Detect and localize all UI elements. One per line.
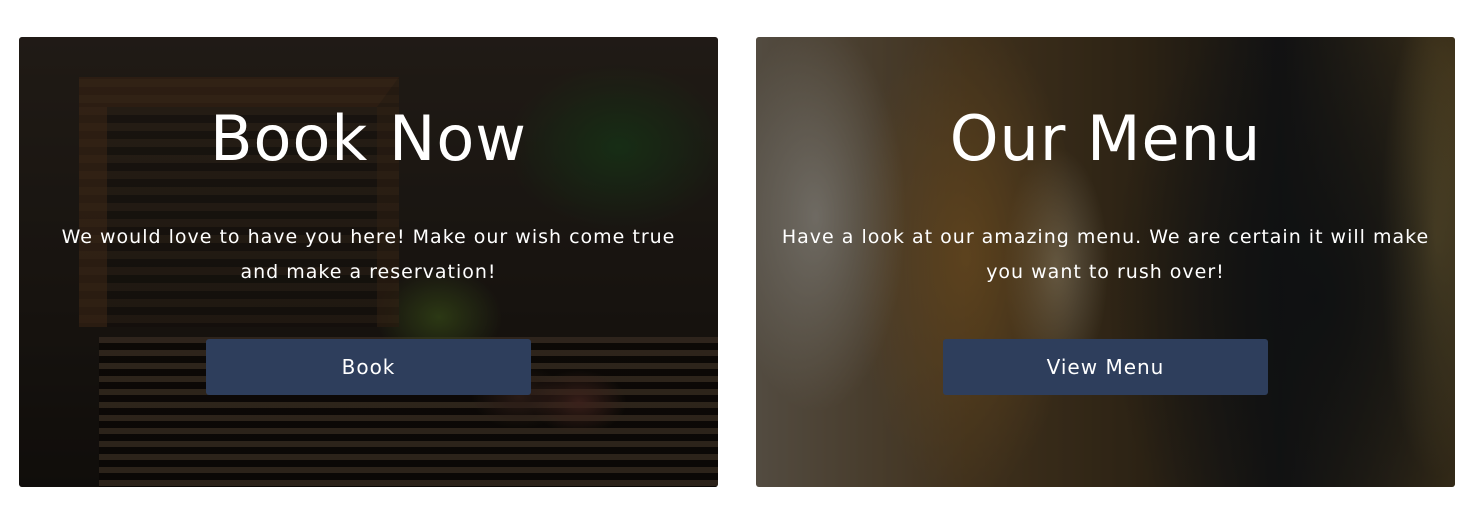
book-card-title: Book Now — [209, 102, 528, 175]
our-menu-card: Our Menu Have a look at our amazing menu… — [756, 37, 1455, 487]
menu-card-title: Our Menu — [949, 102, 1262, 175]
view-menu-button[interactable]: View Menu — [943, 339, 1268, 395]
book-button[interactable]: Book — [206, 339, 531, 395]
book-card-content: Book Now We would love to have you here!… — [19, 37, 718, 487]
menu-card-content: Our Menu Have a look at our amazing menu… — [756, 37, 1455, 487]
book-card-description: We would love to have you here! Make our… — [61, 226, 676, 283]
book-now-card: Book Now We would love to have you here!… — [19, 37, 718, 487]
menu-card-description: Have a look at our amazing menu. We are … — [781, 226, 1430, 283]
cta-cards-row: Book Now We would love to have you here!… — [19, 37, 1455, 487]
